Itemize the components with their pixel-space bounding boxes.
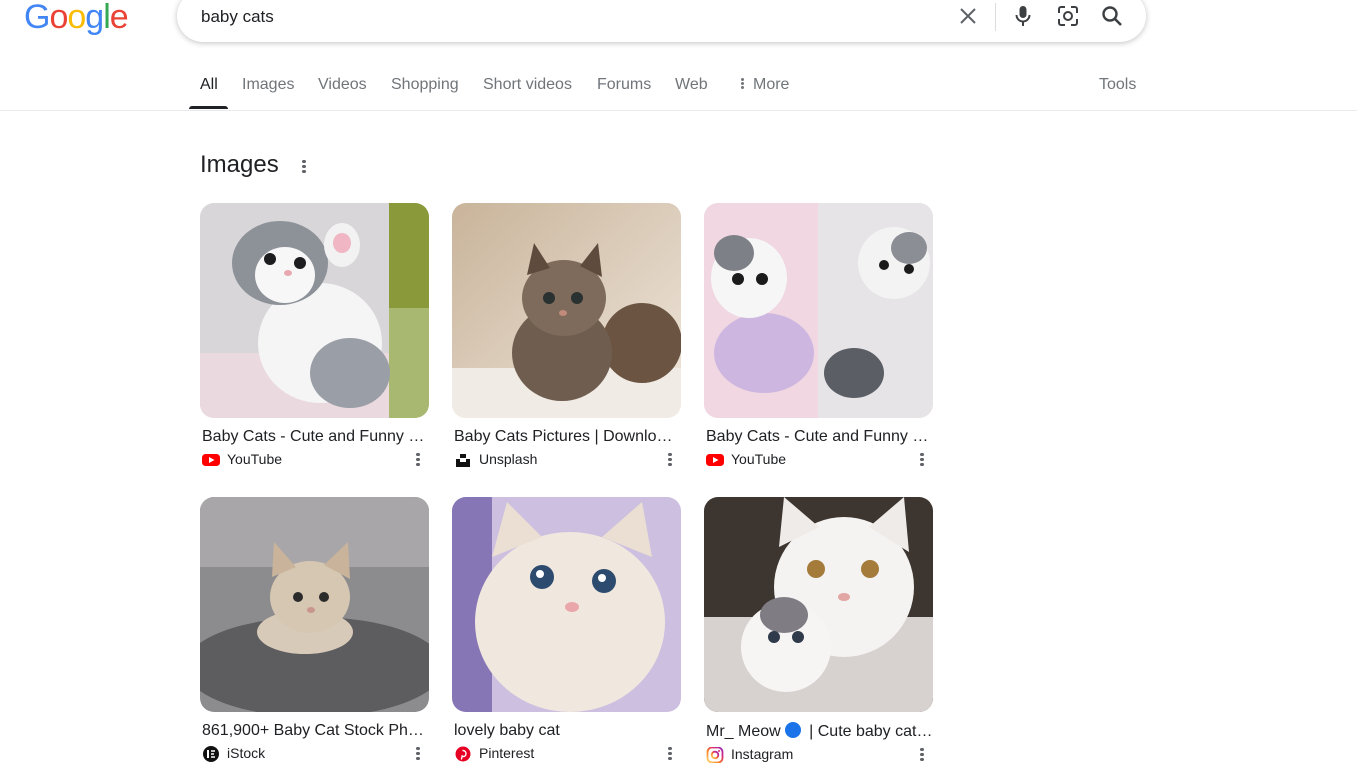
kitten-photo-icon: [704, 497, 933, 712]
tab-videos[interactable]: Videos: [318, 76, 367, 94]
more-options-icon[interactable]: [918, 746, 926, 764]
tools-button[interactable]: Tools: [1099, 76, 1136, 94]
image-source: Unsplash: [452, 451, 681, 469]
image-source: YouTube: [704, 451, 933, 469]
more-options-icon[interactable]: [918, 451, 926, 469]
source-name[interactable]: Pinterest: [479, 745, 534, 761]
title-part: Mr_ Meow: [706, 723, 781, 740]
image-thumbnail[interactable]: [704, 203, 933, 418]
pinterest-icon: [455, 746, 471, 762]
more-options-icon[interactable]: [666, 745, 674, 763]
tab-shopping[interactable]: Shopping: [391, 76, 459, 94]
search-input[interactable]: baby cats: [201, 7, 274, 27]
tab-more-label: More: [753, 76, 790, 93]
google-logo[interactable]: Google: [24, 0, 129, 37]
source-name[interactable]: YouTube: [731, 451, 786, 467]
search-tabs: All Images Videos Shopping Short videos …: [0, 60, 1357, 111]
image-result-card: Baby Cats Pictures | Download Free Image…: [452, 203, 681, 469]
image-result-title[interactable]: 861,900+ Baby Cat Stock Photos, Pictures…: [200, 722, 429, 740]
image-thumbnail[interactable]: [200, 497, 429, 712]
unsplash-icon: [456, 454, 470, 467]
image-source: iStock: [200, 745, 429, 763]
image-result-title[interactable]: Baby Cats - Cute and Funny Cat Videos Co…: [200, 428, 429, 446]
more-options-icon[interactable]: [666, 451, 674, 469]
tab-all[interactable]: All: [200, 76, 218, 94]
kitten-photo-icon: [452, 497, 681, 712]
search-divider: [995, 3, 996, 31]
source-name[interactable]: iStock: [227, 745, 265, 761]
image-result-card: lovely baby cat Pinterest: [452, 497, 681, 763]
image-source: Instagram: [704, 746, 933, 764]
tab-short-videos[interactable]: Short videos: [483, 76, 572, 94]
kitten-photo-icon: [200, 497, 429, 712]
image-thumbnail[interactable]: [452, 497, 681, 712]
image-thumbnail[interactable]: [704, 497, 933, 712]
logo-letter: o: [49, 0, 68, 36]
microphone-icon[interactable]: [1011, 4, 1035, 28]
tab-images[interactable]: Images: [242, 76, 294, 94]
youtube-icon: [202, 454, 220, 466]
blue-dot-icon: [784, 722, 801, 738]
instagram-icon: [706, 747, 724, 763]
active-tab-indicator: [189, 106, 228, 109]
image-thumbnail[interactable]: [200, 203, 429, 418]
image-result-title[interactable]: Baby Cats Pictures | Download Free Image…: [452, 428, 681, 446]
search-icon[interactable]: [1100, 4, 1124, 28]
image-thumbnail[interactable]: [452, 203, 681, 418]
source-name[interactable]: Unsplash: [479, 451, 537, 467]
more-options-icon[interactable]: [414, 745, 422, 763]
search-box[interactable]: baby cats: [177, 0, 1146, 42]
images-section-title: Images: [200, 151, 279, 178]
logo-letter: o: [67, 0, 86, 36]
tab-web[interactable]: Web: [675, 76, 708, 94]
logo-letter: G: [24, 0, 50, 36]
image-source: Pinterest: [452, 745, 681, 763]
tab-more[interactable]: More: [741, 76, 789, 94]
kitten-photo-icon: [200, 203, 429, 418]
kitten-photo-icon: [452, 203, 681, 418]
image-result-card: Baby Cats - Cute and Funny Cat Videos Co…: [200, 203, 429, 469]
kitten-photo-icon: [704, 203, 933, 418]
logo-letter: e: [109, 0, 129, 36]
camera-lens-icon[interactable]: [1056, 4, 1080, 28]
image-result-title[interactable]: lovely baby cat: [452, 722, 681, 740]
image-result-title[interactable]: Mr_ Meow | Cute baby cats and kittens: [704, 722, 933, 741]
image-result-card: Mr_ Meow | Cute baby cats and kittens In…: [704, 497, 933, 764]
image-result-title[interactable]: Baby Cats - Cute and Funny Cat Videos Co…: [704, 428, 933, 446]
clear-icon[interactable]: [956, 4, 980, 28]
source-name[interactable]: Instagram: [731, 746, 793, 762]
title-part: | Cute baby cats and kittens: [809, 723, 933, 740]
youtube-icon: [706, 454, 724, 466]
image-source: YouTube: [200, 451, 429, 469]
section-more-options-icon[interactable]: [300, 158, 308, 176]
logo-letter: g: [85, 0, 104, 36]
more-vert-icon: [741, 77, 744, 90]
image-result-card: Baby Cats - Cute and Funny Cat Videos Co…: [704, 203, 933, 469]
tab-forums[interactable]: Forums: [597, 76, 651, 94]
istock-icon: [203, 746, 219, 762]
image-result-card: 861,900+ Baby Cat Stock Photos, Pictures…: [200, 497, 429, 763]
more-options-icon[interactable]: [414, 451, 422, 469]
source-name[interactable]: YouTube: [227, 451, 282, 467]
